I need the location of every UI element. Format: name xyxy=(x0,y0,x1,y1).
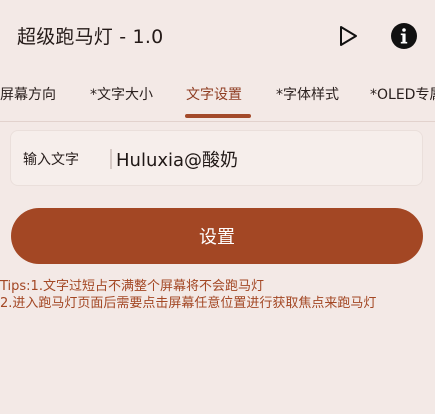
input-label: 输入文字 xyxy=(23,152,79,168)
tips-text: Tips:1.文字过短占不满整个屏幕将不会跑马灯 2.进入跑马灯页面后需要点击屏… xyxy=(0,278,430,312)
tab-indicator xyxy=(185,114,251,118)
app-root: 超级跑马灯 - 1.0 屏幕方向 *文字大小 文字设置 *字体样式 *OLED专… xyxy=(0,0,435,414)
app-title: 超级跑马灯 - 1.0 xyxy=(17,26,164,48)
tab-text-settings[interactable]: 文字设置 xyxy=(186,84,242,104)
tab-font-style[interactable]: *字体样式 xyxy=(276,84,339,104)
play-button[interactable] xyxy=(334,22,362,50)
top-app-bar: 超级跑马灯 - 1.0 xyxy=(0,0,435,72)
input-divider xyxy=(110,149,112,169)
play-icon xyxy=(340,26,357,46)
tip-line-1: Tips:1.文字过短占不满整个屏幕将不会跑马灯 xyxy=(0,279,264,294)
tab-text-size[interactable]: *文字大小 xyxy=(90,84,153,104)
info-button[interactable] xyxy=(390,22,418,50)
text-input-card: 输入文字 xyxy=(10,130,423,186)
tab-bar: 屏幕方向 *文字大小 文字设置 *字体样式 *OLED专属 xyxy=(0,72,435,122)
tip-line-2: 2.进入跑马灯页面后需要点击屏幕任意位置进行获取焦点来跑马灯 xyxy=(0,296,377,311)
tab-oled[interactable]: *OLED专属 xyxy=(370,84,435,104)
tab-screen-orientation[interactable]: 屏幕方向 xyxy=(0,84,56,104)
set-button[interactable]: 设置 xyxy=(11,208,423,264)
text-input[interactable] xyxy=(116,142,416,176)
info-icon xyxy=(391,23,417,49)
